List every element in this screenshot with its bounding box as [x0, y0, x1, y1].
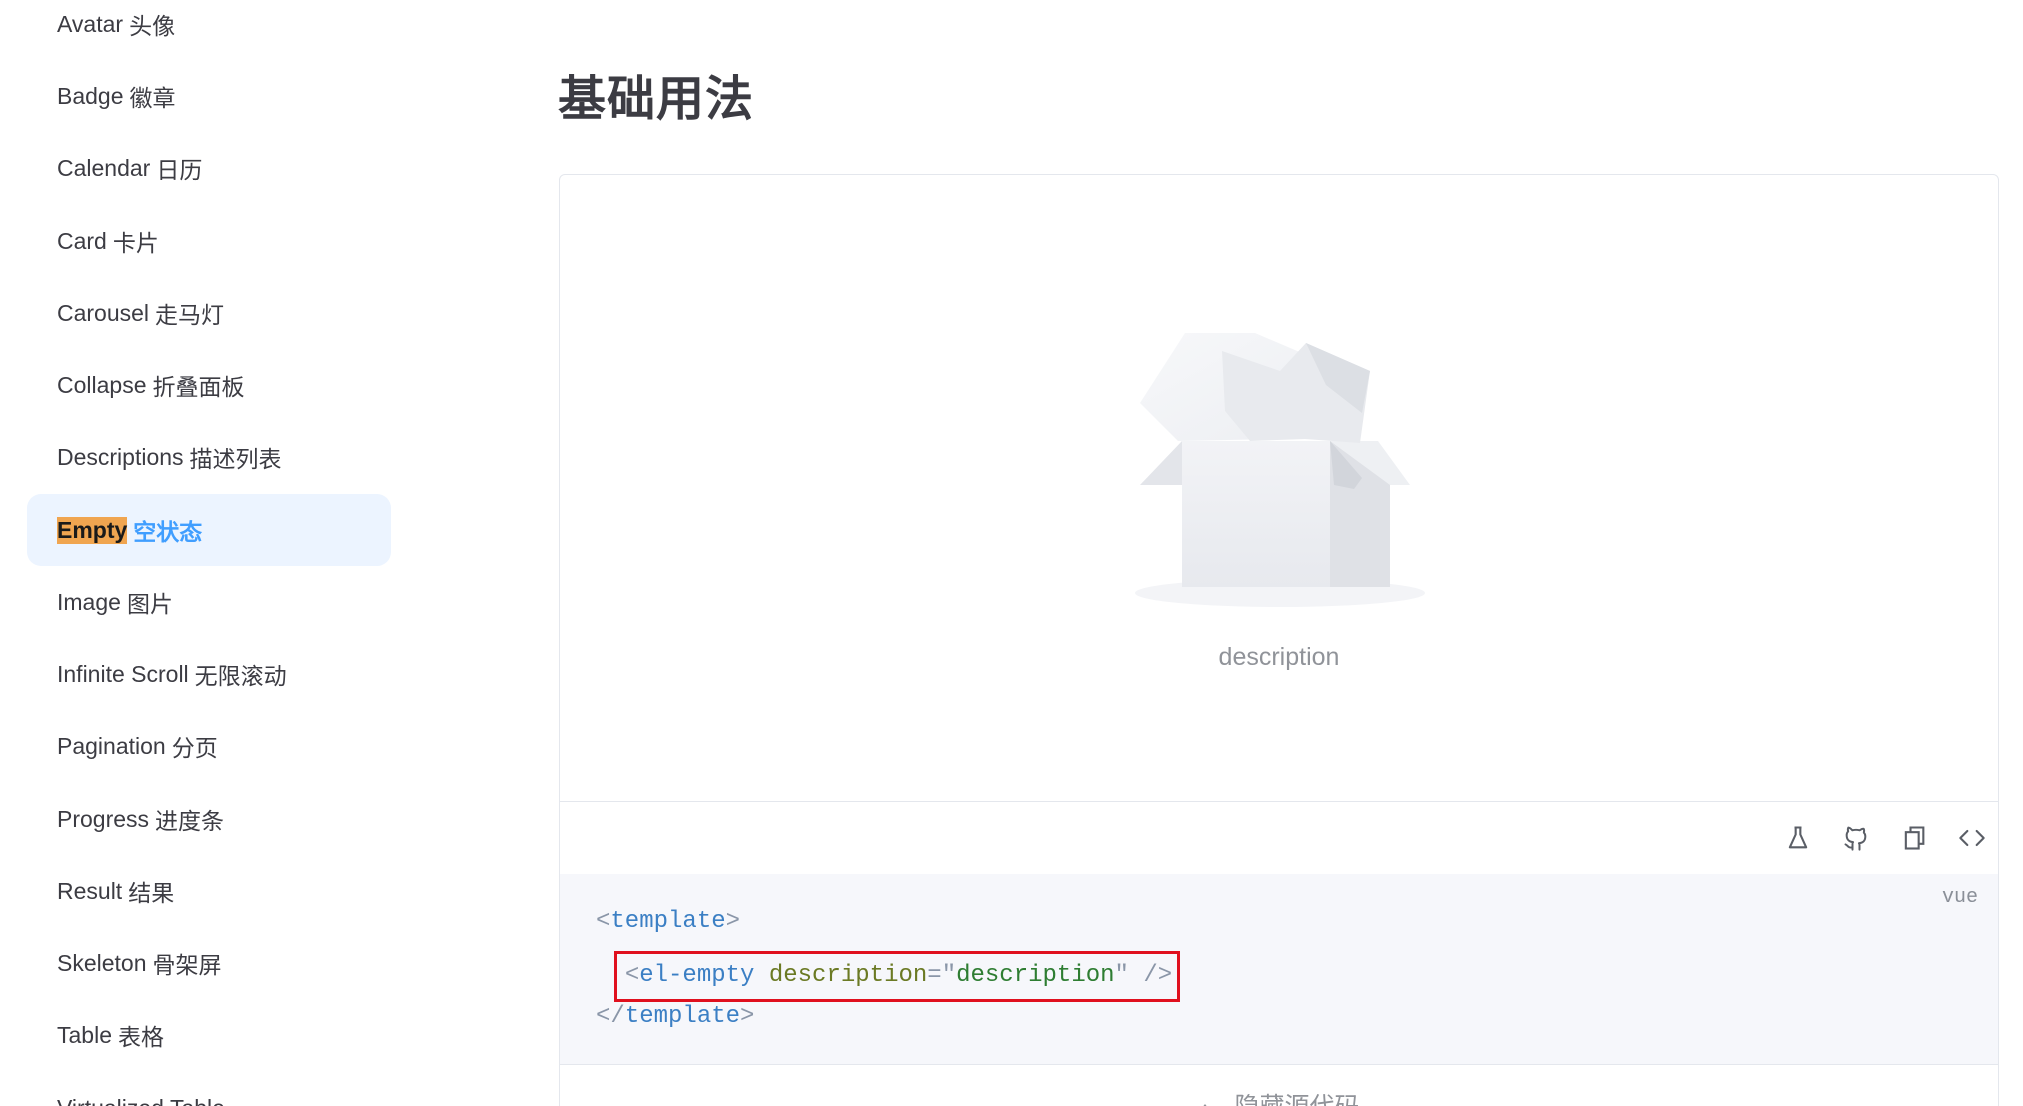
highlight-annotation-box	[614, 951, 1180, 1002]
sidebar-item-label: Virtualized Table	[57, 1095, 225, 1106]
sidebar-item-badge[interactable]: Badge 徽章	[27, 60, 391, 132]
sidebar-item-label-cn: 结果	[128, 880, 175, 906]
sidebar-item-label: Card	[57, 227, 107, 254]
sidebar-item-label: Carousel	[57, 299, 150, 326]
sidebar-item-label: Empty	[57, 516, 128, 544]
empty-description: description	[1218, 643, 1340, 671]
view-source-button[interactable]	[1954, 820, 1990, 856]
sidebar-item-label-cn: 骨架屏	[152, 952, 222, 978]
demo-block: description vue <template> <el-empty des…	[559, 174, 1999, 1106]
demo-preview: description	[560, 175, 1998, 802]
code-line-3: </template>	[596, 1003, 755, 1030]
sidebar-item-label: Progress	[57, 805, 150, 832]
sidebar-item-label-cn: 图片	[126, 591, 173, 617]
sidebar-item-label-cn: 日历	[156, 157, 203, 183]
sidebar-item-label: Pagination	[57, 732, 166, 759]
sidebar-item-label-cn: 进度条	[155, 808, 225, 834]
sidebar-item-label: Collapse	[57, 371, 147, 398]
flask-icon	[1788, 826, 1808, 849]
sidebar-item-progress[interactable]: Progress 进度条	[27, 783, 391, 855]
sidebar-item-card[interactable]: Card 卡片	[27, 205, 391, 277]
sidebar-item-label-cn: 卡片	[112, 230, 159, 256]
github-button[interactable]	[1838, 820, 1874, 856]
sidebar-item-label-cn: 空状态	[133, 519, 203, 545]
playground-button[interactable]	[1780, 820, 1816, 856]
sidebar-item-virtualized-table[interactable]: Virtualized Table	[27, 1072, 391, 1106]
sidebar-item-table[interactable]: Table 表格	[27, 999, 391, 1071]
code-block[interactable]: vue <template> <el-empty description="de…	[560, 874, 1998, 1065]
sidebar-item-label: Result	[57, 877, 123, 904]
code-icon	[1959, 829, 1985, 847]
page: Avatar 头像 Badge 徽章 Calendar 日历 Card 卡片 Carou…	[0, 0, 2023, 1106]
code-line-1: <template>	[596, 908, 741, 935]
demo-toolbar	[560, 802, 1998, 874]
sidebar-item-label-cn: 表格	[117, 1024, 164, 1050]
sidebar-item-descriptions[interactable]: Descriptions 描述列表	[27, 421, 391, 493]
sidebar-item-label: Table	[57, 1021, 112, 1048]
sidebar-item-label-cn: 无限滚动	[194, 663, 287, 689]
sidebar-item-label: Badge	[57, 82, 124, 109]
empty-box-illustration	[1135, 333, 1425, 607]
sidebar-item-empty[interactable]: Empty 空状态	[27, 494, 391, 566]
sidebar-item-collapse[interactable]: Collapse 折叠面板	[27, 349, 391, 421]
copy-button[interactable]	[1896, 820, 1932, 856]
sidebar-item-label: Skeleton	[57, 949, 147, 976]
sidebar-item-label: Image	[57, 588, 121, 615]
sidebar-item-carousel[interactable]: Carousel 走马灯	[27, 277, 391, 349]
sidebar-item-label: Avatar	[57, 10, 124, 37]
sidebar-item-result[interactable]: Result 结果	[27, 855, 391, 927]
hide-source-button[interactable]: 隐藏源代码	[560, 1065, 1998, 1106]
sidebar-item-avatar[interactable]: Avatar 头像	[27, 0, 391, 60]
page-title: 基础用法	[558, 73, 755, 126]
hide-source-label: 隐藏源代码	[1234, 1093, 1359, 1106]
sidebar-item-label-cn: 折叠面板	[152, 374, 245, 400]
github-icon	[1844, 826, 1867, 851]
sidebar-item-image[interactable]: Image 图片	[27, 566, 391, 638]
sidebar-item-label-cn: 走马灯	[155, 302, 225, 328]
sidebar-item-skeleton[interactable]: Skeleton 骨架屏	[27, 927, 391, 999]
sidebar-item-label: Calendar	[57, 154, 151, 181]
sidebar-nav: Avatar 头像 Badge 徽章 Calendar 日历 Card 卡片 Carou…	[0, 0, 430, 1106]
sidebar-item-pagination[interactable]: Pagination 分页	[27, 710, 391, 782]
code-language-label: vue	[1941, 886, 1978, 909]
sidebar-item-label-cn: 分页	[171, 735, 218, 761]
sidebar-item-label-cn: 徽章	[129, 85, 176, 111]
sidebar-item-label-cn: 描述列表	[189, 446, 282, 472]
copy-icon	[1904, 826, 1925, 850]
sidebar-item-infinite-scroll[interactable]: Infinite Scroll 无限滚动	[27, 638, 391, 710]
sidebar-item-label: Infinite Scroll	[57, 660, 189, 687]
sidebar-item-label: Descriptions	[57, 443, 184, 470]
sidebar-item-calendar[interactable]: Calendar 日历	[27, 132, 391, 204]
sidebar-item-label-cn: 头像	[129, 13, 176, 39]
